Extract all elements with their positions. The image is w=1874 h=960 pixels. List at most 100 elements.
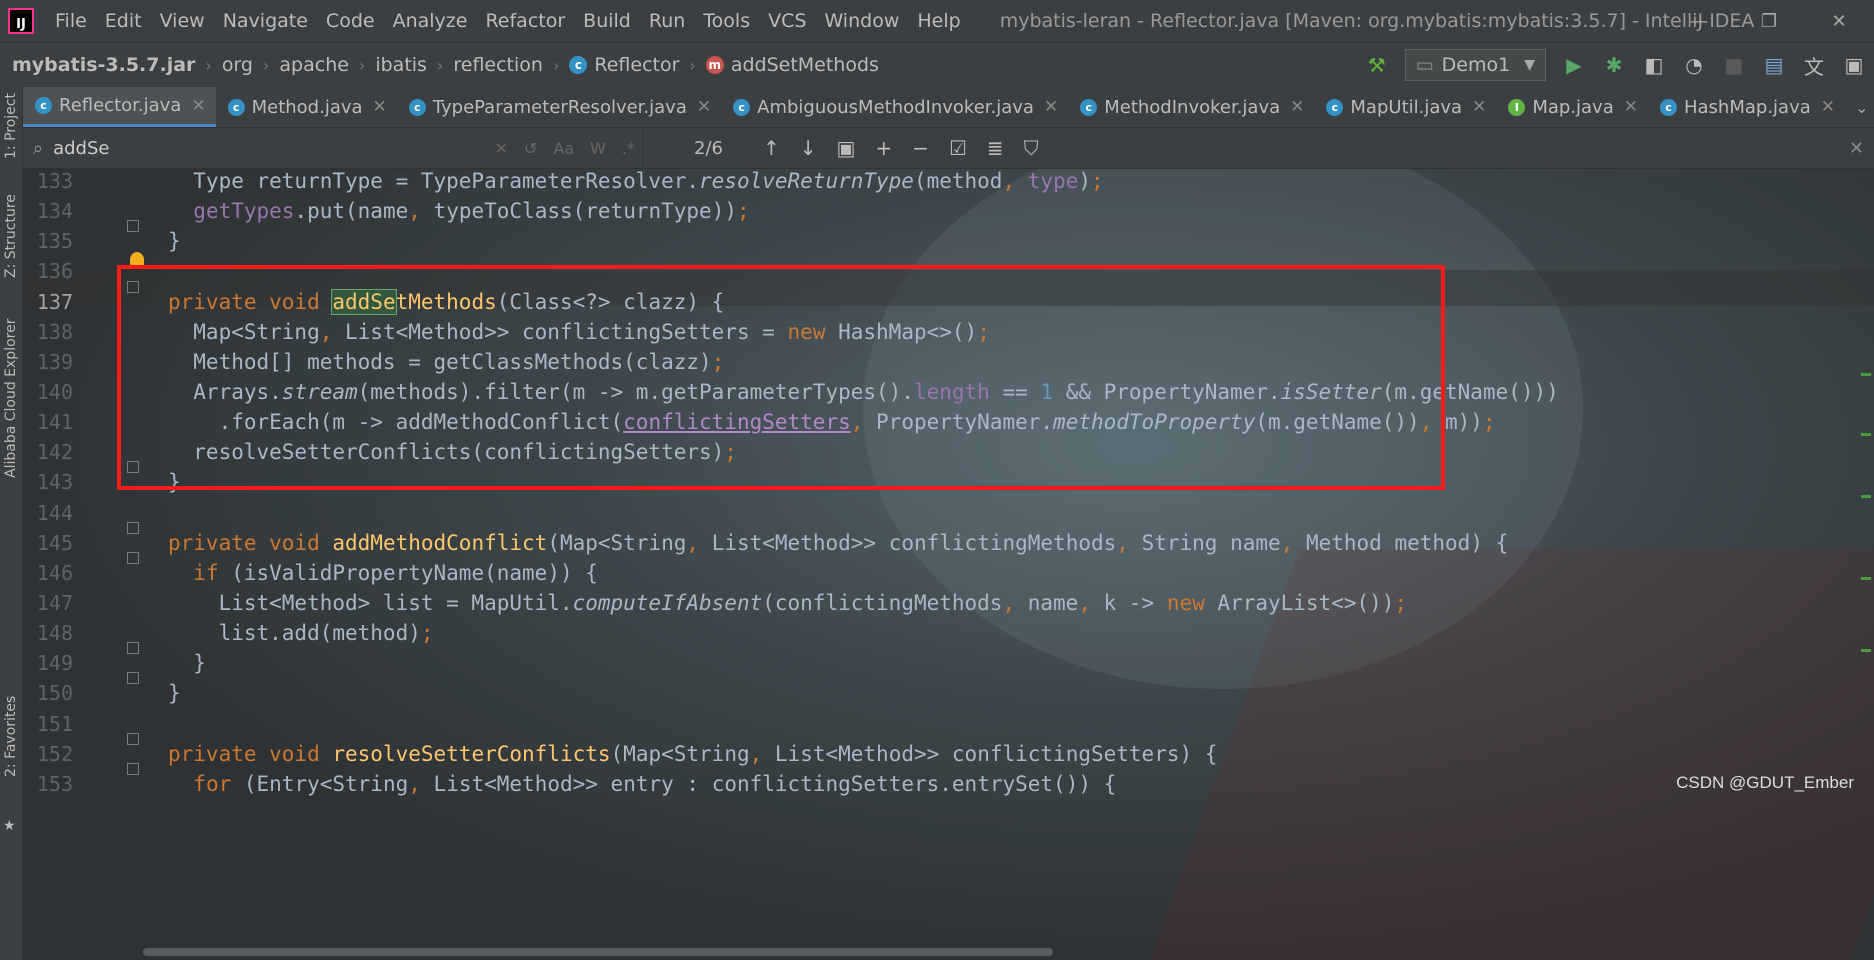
history-icon[interactable]: ↺: [524, 139, 537, 158]
breadcrumb-method-label: addSetMethods: [730, 54, 879, 76]
run-config-icon: ▭: [1415, 54, 1434, 76]
tab-label: MapUtil.java: [1350, 96, 1463, 118]
code-editor[interactable]: 133 134 135 136 137 138 139 140 141 142 …: [23, 169, 1874, 960]
hammer-icon[interactable]: ⚒: [1360, 48, 1394, 82]
tab-method[interactable]: c Method.java ✕: [216, 87, 397, 127]
tab-label: Map.java: [1532, 96, 1614, 118]
tab-ambiguous-method-invoker[interactable]: c AmbiguousMethodInvoker.java ✕: [721, 87, 1068, 127]
minimize-button[interactable]: —: [1664, 0, 1734, 42]
filter-icon[interactable]: ⛉: [1024, 136, 1039, 160]
stripe-marker[interactable]: [1861, 433, 1871, 436]
code-line-135: }: [168, 229, 181, 253]
breadcrumb-reflection[interactable]: reflection: [453, 54, 543, 76]
tab-hashmap[interactable]: c HashMap.java ✕: [1648, 87, 1845, 127]
favorites-tool-tab[interactable]: 2: Favorites: [0, 686, 22, 786]
breadcrumb-separator-icon: ›: [436, 55, 444, 75]
chevron-down-icon: ▼: [1524, 57, 1535, 73]
error-stripe[interactable]: [1856, 309, 1874, 960]
star-icon[interactable]: ★: [3, 818, 16, 834]
match-case-toggle[interactable]: Aa: [553, 139, 574, 158]
menu-bar: IJ File Edit View Navigate Code Analyze …: [0, 0, 1874, 42]
tab-type-parameter-resolver[interactable]: c TypeParameterResolver.java ✕: [397, 87, 721, 127]
tab-label: Reflector.java: [59, 95, 182, 116]
menu-help[interactable]: Help: [908, 10, 969, 32]
close-icon[interactable]: ✕: [1044, 97, 1058, 117]
close-icon[interactable]: ✕: [1290, 97, 1304, 117]
chevron-down-icon[interactable]: ⌄: [1845, 87, 1874, 127]
watermark: CSDN @GDUT_Ember: [1676, 773, 1854, 792]
breadcrumb-method[interactable]: m addSetMethods: [705, 54, 879, 76]
close-icon[interactable]: ✕: [1849, 138, 1864, 159]
stripe-marker[interactable]: [1861, 495, 1871, 498]
breadcrumb-apache-label: apache: [279, 54, 349, 76]
menu-view[interactable]: View: [151, 10, 214, 32]
menu-edit[interactable]: Edit: [96, 10, 151, 32]
menu-file[interactable]: File: [46, 10, 96, 32]
breadcrumb-org[interactable]: org: [222, 54, 253, 76]
clear-icon[interactable]: ✕: [495, 139, 508, 158]
close-icon[interactable]: ✕: [373, 97, 387, 117]
remove-occurrence-icon[interactable]: −: [912, 136, 929, 160]
close-icon[interactable]: ✕: [1624, 97, 1638, 117]
menu-run[interactable]: Run: [640, 10, 694, 32]
structure-tool-tab[interactable]: Z: Structure: [0, 186, 22, 286]
class-icon: c: [733, 98, 751, 116]
project-tool-tab[interactable]: 1: Project: [0, 86, 22, 166]
menu-vcs[interactable]: VCS: [759, 10, 815, 32]
profile-icon[interactable]: ◔: [1677, 48, 1711, 82]
coverage-icon[interactable]: ◧: [1637, 48, 1671, 82]
select-all-icon[interactable]: ☑: [949, 136, 967, 160]
close-icon[interactable]: ✕: [697, 97, 711, 117]
breadcrumb-reflector-label: Reflector: [594, 54, 680, 76]
menu-navigate[interactable]: Navigate: [214, 10, 317, 32]
whole-words-toggle[interactable]: W: [590, 139, 606, 158]
arrow-down-icon[interactable]: ↓: [800, 136, 817, 160]
close-icon[interactable]: ✕: [1472, 97, 1486, 117]
breadcrumb-reflector[interactable]: c Reflector: [569, 54, 679, 76]
menu-refactor[interactable]: Refactor: [476, 10, 574, 32]
run-icon[interactable]: ▶: [1557, 48, 1591, 82]
restore-button[interactable]: ❐: [1734, 0, 1804, 42]
regex-toggle[interactable]: .*: [622, 139, 635, 158]
search-input[interactable]: addSe: [53, 138, 486, 159]
select-all-occurrences-icon[interactable]: ▣: [837, 136, 856, 160]
breadcrumb-apache[interactable]: apache: [279, 54, 349, 76]
class-icon: c: [408, 98, 426, 116]
run-configuration-dropdown[interactable]: ▭ Demo1 ▼: [1404, 49, 1546, 81]
filter-settings-icon[interactable]: ≣: [987, 136, 1004, 160]
intellij-app-icon[interactable]: IJ: [8, 8, 34, 34]
menu-build[interactable]: Build: [574, 10, 640, 32]
layout-icon[interactable]: ▣: [1837, 48, 1871, 82]
left-tool-strip: 1: Project Z: Structure Alibaba Cloud Ex…: [0, 86, 23, 960]
horizontal-scrollbar[interactable]: [143, 948, 1053, 956]
menu-tools[interactable]: Tools: [694, 10, 759, 32]
search-icon[interactable]: ⌕: [33, 138, 43, 159]
breadcrumb-separator-icon: ›: [689, 55, 696, 75]
translate-icon[interactable]: 文: [1797, 48, 1831, 82]
interface-icon: I: [1508, 98, 1526, 116]
stripe-marker[interactable]: [1861, 373, 1871, 376]
favorites-tool-tab-label: 2: Favorites: [3, 695, 19, 777]
close-icon[interactable]: ✕: [1821, 97, 1835, 117]
project-tool-tab-label: 1: Project: [3, 93, 19, 159]
stripe-marker[interactable]: [1861, 649, 1871, 652]
menu-analyze[interactable]: Analyze: [384, 10, 477, 32]
close-icon[interactable]: ✕: [191, 96, 205, 116]
alibaba-cloud-explorer-tab[interactable]: Alibaba Cloud Explorer: [0, 311, 22, 486]
debug-icon[interactable]: ✱: [1597, 48, 1631, 82]
menu-code[interactable]: Code: [317, 10, 384, 32]
breadcrumb-jar[interactable]: mybatis-3.5.7.jar: [12, 54, 195, 76]
breadcrumb-ibatis[interactable]: ibatis: [375, 54, 427, 76]
arrow-up-icon[interactable]: ↑: [763, 136, 780, 160]
menu-window[interactable]: Window: [815, 10, 908, 32]
close-window-button[interactable]: ✕: [1804, 0, 1874, 42]
stop-icon[interactable]: ■: [1717, 48, 1751, 82]
tab-map[interactable]: I Map.java ✕: [1496, 87, 1648, 127]
tab-map-util[interactable]: c MapUtil.java ✕: [1314, 87, 1496, 127]
tab-reflector[interactable]: c Reflector.java ✕: [23, 87, 216, 127]
tab-method-invoker[interactable]: c MethodInvoker.java ✕: [1068, 87, 1314, 127]
add-occurrence-icon[interactable]: +: [875, 136, 892, 160]
project-structure-icon[interactable]: ▤: [1757, 48, 1791, 82]
breadcrumb-separator-icon: ›: [358, 55, 366, 75]
stripe-marker[interactable]: [1861, 577, 1871, 580]
